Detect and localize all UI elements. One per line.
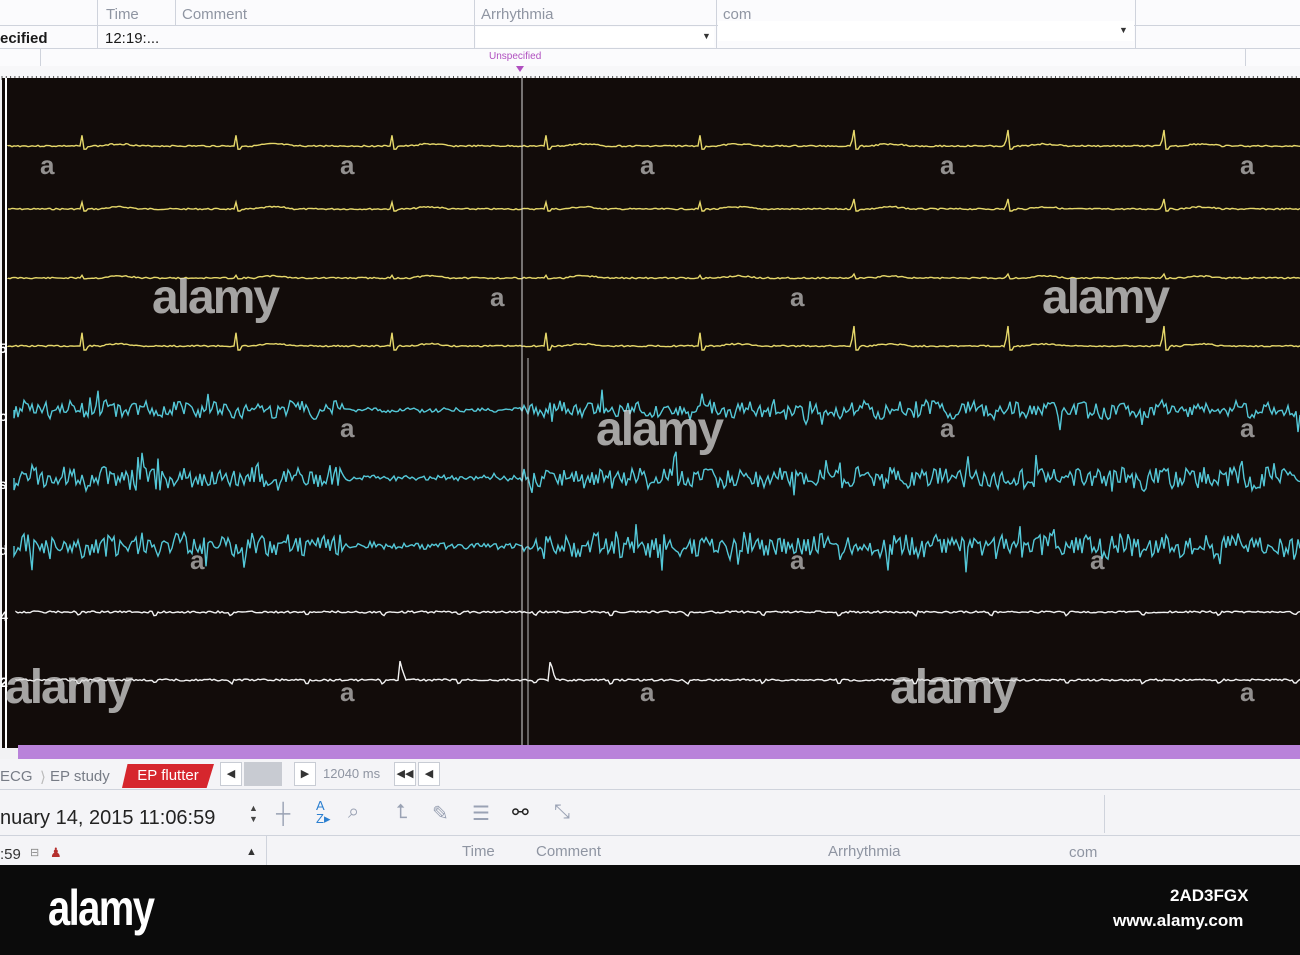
channel-label: o [0,408,8,424]
scroll-right-button[interactable]: ▶ [294,762,316,786]
binoculars-icon[interactable]: ⚯ [512,800,529,825]
watermark-logo: alamy [890,661,1018,714]
footer-image-id: 2AD3FGX [1170,886,1249,905]
com-header-bottom[interactable]: com [1069,844,1097,861]
watermark-logo: alamy [1042,271,1170,324]
channel-label: 4 [0,608,8,624]
left-time-value: :59 [0,846,21,863]
comment-header-bottom[interactable]: Comment [536,843,601,860]
channel-label: s [0,476,7,492]
footer-url: www.alamy.com [1113,911,1244,930]
watermark-letter: a [340,413,355,443]
watermark-letter: a [340,677,355,707]
watermark-letter: a [40,150,55,180]
date-field[interactable]: nuary 14, 2015 11:06:59 [0,807,215,830]
watermark-letter: a [1240,413,1255,443]
tab-ep-flutter[interactable]: EP flutter [122,764,214,788]
pen-icon[interactable]: ✎ [432,801,449,826]
channel-label: d [0,542,8,558]
event-time-cell[interactable]: 12:19:... [105,30,159,47]
trace-surface-4 [7,325,1300,351]
magnifier-icon[interactable]: ⌕ [348,801,359,824]
watermark-letter: a [490,282,505,312]
marker-triangle [516,66,524,72]
watermark-letter: a [1090,545,1105,575]
arrhythmia-dropdown[interactable] [476,27,714,47]
scroll-thumb[interactable] [244,762,282,786]
trace-intracardiac-2 [13,451,1300,496]
duration-readout: 12040 ms [323,766,381,781]
watermark-letter: a [940,150,955,180]
rewind-button[interactable]: ◀◀ [394,762,416,786]
trace-mapping-1 [15,610,1300,618]
time-header[interactable]: Time [106,6,139,23]
arrhythmia-header-bottom[interactable]: Arrhythmia [828,843,901,860]
marker-label: Unspecified [489,51,542,62]
person-icon: ♟ [50,845,62,860]
watermark-letter: a [940,413,955,443]
tab-ecg[interactable]: ECG [0,768,33,785]
comment-header[interactable]: Comment [182,6,247,23]
collapse-icon[interactable]: ⊟ [30,846,39,859]
chevron-down-icon[interactable]: ▼ [702,31,711,41]
timeline-bar[interactable] [18,745,1300,759]
sort-az-icon[interactable]: A Z▸ [316,799,330,825]
watermark-letter: a [790,282,805,312]
list-icon[interactable]: ☰ [472,801,490,826]
event-type-cell[interactable]: ecified [0,30,48,47]
cursor-remove-icon[interactable]: ⤡ [554,801,570,824]
trace-surface-2 [7,198,1300,212]
step-back-button[interactable]: ◀ [418,762,440,786]
tab-ep-study[interactable]: EP study [50,768,110,785]
date-spinner[interactable]: ▲ ▼ [249,803,258,825]
com-dropdown[interactable] [718,21,1134,41]
watermark-letter: a [1240,150,1255,180]
tab-separator: ⟩ [40,769,46,786]
watermark-letter: a [790,545,805,575]
channel-label: 5 [0,340,7,356]
trace-mapping-2 [15,660,1300,686]
watermark-logo: alamy [5,661,133,714]
watermark-letter: a [640,677,655,707]
watermark-letter: a [640,150,655,180]
crosshair-icon[interactable]: ┼ [276,803,290,826]
scroll-left-button[interactable]: ◀ [220,762,242,786]
watermark-letter: a [1240,677,1255,707]
scroll-up-icon[interactable]: ▲ [246,846,257,858]
chevron-down-icon[interactable]: ▼ [1119,25,1128,35]
baseline-icon[interactable]: ⮤ [396,801,408,824]
watermark-logo: alamy [596,403,724,456]
footer-logo: alamy [48,880,155,936]
watermark-logo: alamy [152,271,280,324]
arrhythmia-header[interactable]: Arrhythmia [481,6,554,23]
trace-intracardiac-3 [13,524,1300,573]
watermark-letter: a [340,150,355,180]
watermark-letter: a [190,545,205,575]
image-footer [0,865,1300,955]
trace-surface-1 [7,129,1300,150]
time-header-bottom[interactable]: Time [462,843,495,860]
